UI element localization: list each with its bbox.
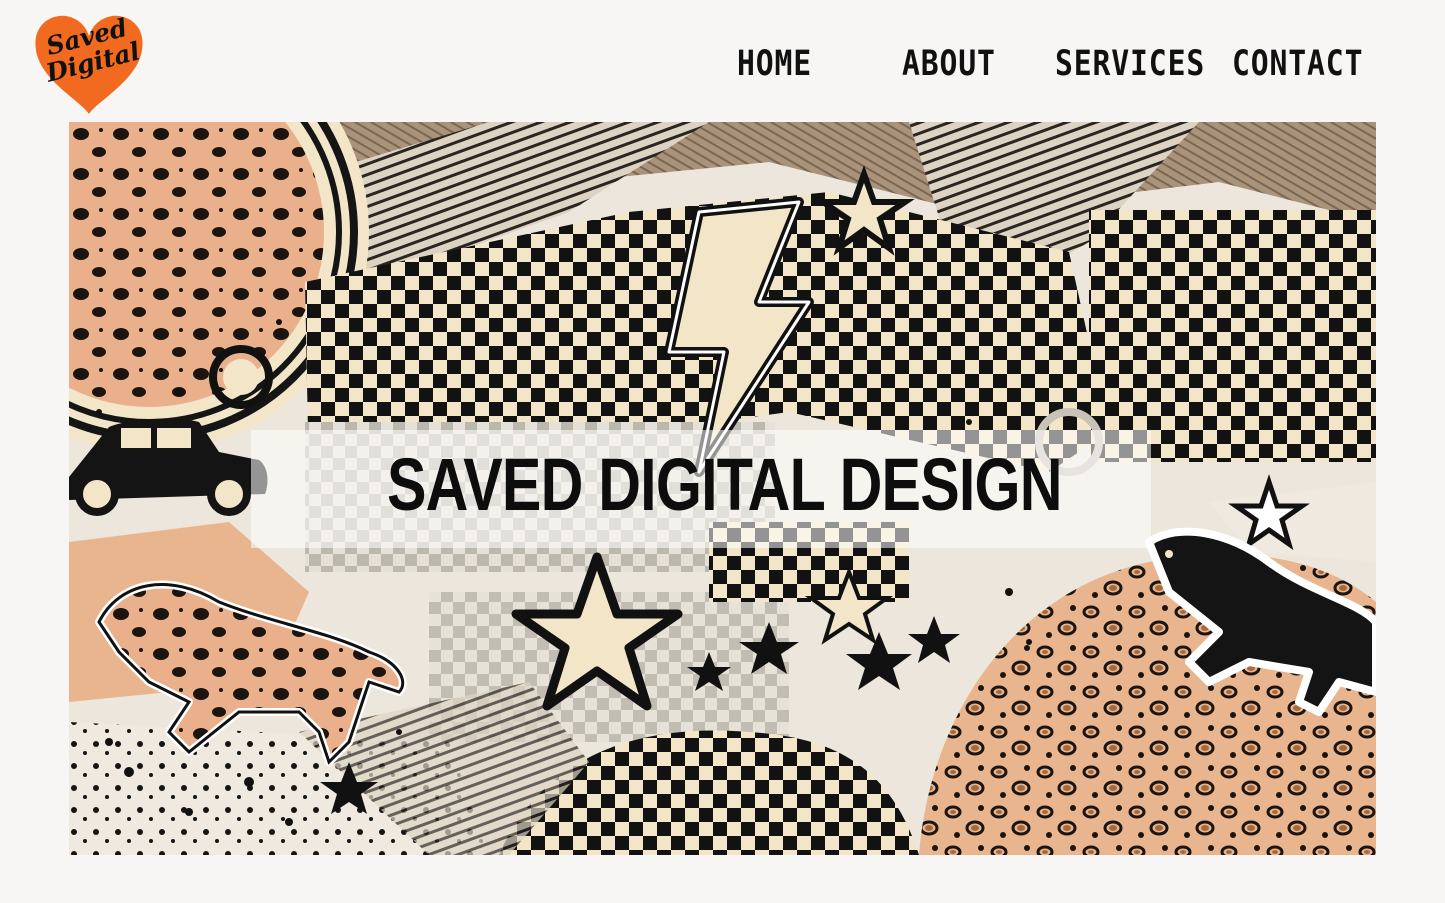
nav-services[interactable]: SERVICES <box>1055 44 1205 84</box>
nav-contact[interactable]: CONTACT <box>1232 44 1363 84</box>
nav-home[interactable]: HOME <box>737 44 812 84</box>
hero-banner: SAVED DIGITAL DESIGN <box>69 122 1376 855</box>
nav-about[interactable]: ABOUT <box>902 44 996 84</box>
main-nav: HOME ABOUT SERVICES CONTACT <box>0 44 1445 88</box>
hero-title: SAVED DIGITAL DESIGN <box>387 443 1063 526</box>
